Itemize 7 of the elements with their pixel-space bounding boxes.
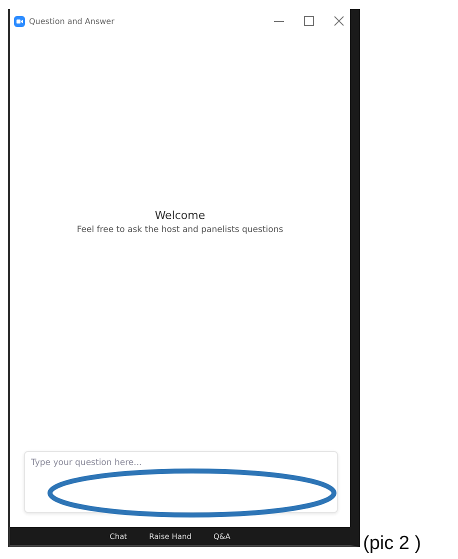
welcome-heading: Welcome	[154, 209, 206, 222]
close-icon[interactable]	[334, 16, 344, 26]
camera-icon	[14, 16, 25, 26]
caption: (pic 2 )	[363, 533, 422, 556]
welcome-subtitle: Feel free to ask the host and panelists questions	[76, 225, 284, 235]
window-title: Question and Answer	[29, 16, 116, 26]
maximize-icon[interactable]	[304, 16, 314, 26]
